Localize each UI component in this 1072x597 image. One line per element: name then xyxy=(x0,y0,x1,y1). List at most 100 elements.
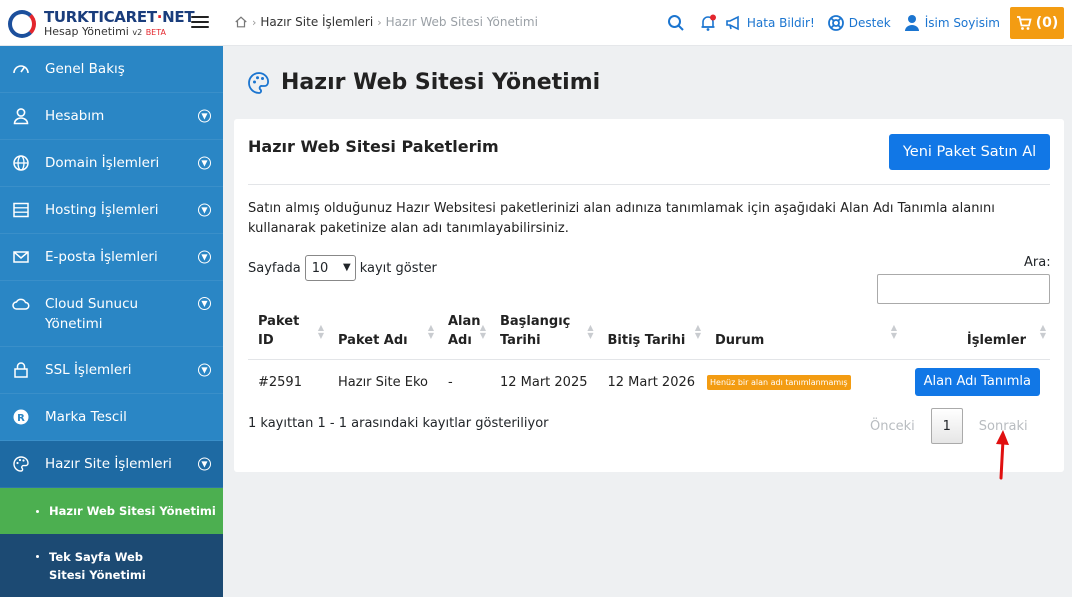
report-bug-link[interactable]: Hata Bildir! xyxy=(725,14,815,32)
sidebar-subitem-label: Tek Sayfa Web Sitesi Yönetimi xyxy=(49,550,146,582)
table-row: #2591 Hazır Site Eko - 12 Mart 2025 12 M… xyxy=(248,360,1050,405)
search-label: Ara: xyxy=(1024,255,1051,270)
sort-icon: ▲ ▼ xyxy=(1039,323,1046,340)
palette-icon xyxy=(13,456,29,472)
report-bug-label: Hata Bildir! xyxy=(746,16,815,30)
sidebar-item-ready-site[interactable]: Hazır Site İşlemleri ▼ xyxy=(0,441,223,488)
chevron-down-icon[interactable]: ▼ xyxy=(198,156,211,170)
chevron-down-icon[interactable]: ▼ xyxy=(198,457,211,471)
packages-table: Paket ID ▲ ▼ Paket Adı ▲ ▼ Alan Adı ▲ ▼ Başlan… xyxy=(248,312,1050,404)
user-icon xyxy=(13,108,29,125)
chevron-right-icon: › xyxy=(252,15,257,29)
user-menu[interactable]: İsim Soyisim xyxy=(903,14,1000,32)
column-header-name[interactable]: Paket Adı ▲ ▼ xyxy=(328,312,438,360)
cell-start-date: 12 Mart 2025 xyxy=(499,374,588,390)
assign-domain-button[interactable]: Alan Adı Tanımla xyxy=(914,368,1040,396)
divider xyxy=(248,184,1050,185)
cell-package-id: #2591 xyxy=(258,374,302,390)
cell-actions: Alan Adı Tanımla xyxy=(901,360,1050,405)
sidebar-item-label: Genel Bakış xyxy=(45,61,125,77)
sidebar-item-label: Hosting İşlemleri xyxy=(45,202,159,218)
bell-icon[interactable] xyxy=(699,14,717,32)
cell-domain: - xyxy=(447,374,453,390)
bullet-icon xyxy=(36,509,39,513)
sidebar-item-cloud[interactable]: Cloud Sunucu Yönetimi ▼ xyxy=(0,281,223,347)
page-title-text: Hazır Web Sitesi Yönetimi xyxy=(281,70,601,95)
cell-package-name: Hazır Site Eko xyxy=(338,374,428,390)
sort-icon: ▲ ▼ xyxy=(587,323,594,340)
packages-card: Hazır Web Sitesi Paketlerim Yeni Paket S… xyxy=(234,119,1064,472)
column-header-actions[interactable]: İşlemler ▲ ▼ xyxy=(901,312,1050,360)
cart-icon xyxy=(1016,16,1032,30)
support-link[interactable]: Destek xyxy=(827,14,891,32)
sidebar-item-ssl[interactable]: SSL İşlemleri ▼ xyxy=(0,347,223,394)
sidebar-item-label: Domain İşlemleri xyxy=(45,155,160,171)
cell-end-date: 12 Mart 2026 xyxy=(607,374,696,390)
breadcrumb-item-hazir-site[interactable]: Hazır Site İşlemleri xyxy=(260,15,373,29)
sidebar-item-overview[interactable]: Genel Bakış xyxy=(0,46,223,93)
sidebar-item-hosting[interactable]: Hosting İşlemleri ▼ xyxy=(0,187,223,234)
envelope-icon xyxy=(13,251,29,263)
pagination-page-1[interactable]: 1 xyxy=(930,408,963,444)
chevron-down-icon[interactable]: ▼ xyxy=(198,363,211,377)
chevron-right-icon: › xyxy=(377,15,382,29)
table-info: 1 kayıttan 1 - 1 arasındaki kayıtlar gös… xyxy=(248,416,549,431)
status-badge: Henüz bir alan adı tanımlanmamış xyxy=(707,375,851,390)
red-arrow-annotation-icon xyxy=(996,430,1009,480)
card-title: Hazır Web Sitesi Paketlerim xyxy=(248,137,499,156)
sort-icon: ▲ ▼ xyxy=(427,323,434,340)
sidebar-item-label: SSL İşlemleri xyxy=(45,362,132,378)
sort-icon: ▲ ▼ xyxy=(890,323,898,340)
sidebar-item-domain[interactable]: Domain İşlemleri ▼ xyxy=(0,140,223,187)
table-header-row: Paket ID ▲ ▼ Paket Adı ▲ ▼ Alan Adı ▲ ▼ Başlan… xyxy=(248,312,1050,360)
sidebar-subitem-single-page[interactable]: Tek Sayfa Web Sitesi Yönetimi xyxy=(0,534,223,597)
globe-icon xyxy=(13,155,29,171)
home-icon[interactable] xyxy=(234,15,248,29)
page-length-select[interactable]: 10 ▼ xyxy=(304,255,356,281)
page-length-value: 10 xyxy=(311,260,329,276)
description-text: Satın almış olduğunuz Hazır Websitesi pa… xyxy=(248,201,995,236)
user-icon xyxy=(904,15,919,31)
sidebar-item-account[interactable]: Hesabım ▼ xyxy=(0,93,223,140)
chevron-down-icon[interactable]: ▼ xyxy=(198,297,211,310)
column-header-domain[interactable]: Alan Adı ▲ ▼ xyxy=(437,312,490,360)
cart-count: (0) xyxy=(1035,15,1059,31)
column-header-id[interactable]: Paket ID ▲ ▼ xyxy=(248,312,328,360)
cart-button[interactable]: (0) xyxy=(1010,7,1064,39)
brand-subtitle: Hesap Yönetimi v2 BETA xyxy=(44,25,166,38)
sidebar: Genel Bakış Hesabım ▼ Domain İşlemleri ▼… xyxy=(0,46,223,597)
menu-toggle-icon[interactable] xyxy=(191,13,209,31)
chevron-down-icon[interactable]: ▼ xyxy=(198,109,211,123)
column-header-start[interactable]: Başlangıç Tarihi ▲ ▼ xyxy=(489,312,598,360)
palette-icon xyxy=(248,71,269,94)
page-length-control: Sayfada 10 ▼ kayıt göster xyxy=(248,255,437,281)
breadcrumb: › Hazır Site İşlemleri › Hazır Web Sites… xyxy=(234,15,538,29)
server-icon xyxy=(13,202,29,218)
user-name: İsim Soyisim xyxy=(924,16,1000,30)
pagination-previous[interactable]: Önceki xyxy=(870,419,915,434)
search-input[interactable] xyxy=(877,274,1050,304)
search-icon[interactable] xyxy=(667,14,685,32)
registered-icon: R xyxy=(13,409,29,425)
brand-logo[interactable]: TURKTICARET·NET Hesap Yönetimi v2 BETA xyxy=(8,8,195,40)
sidebar-item-label: Cloud Sunucu Yönetimi xyxy=(45,296,139,332)
sort-icon: ▲ ▼ xyxy=(317,323,324,340)
column-header-status[interactable]: Durum ▲ ▼ xyxy=(705,312,902,360)
chevron-down-icon[interactable]: ▼ xyxy=(198,203,211,217)
chevron-down-icon: ▼ xyxy=(342,262,351,273)
sidebar-subitem-ready-website[interactable]: Hazır Web Sitesi Yönetimi xyxy=(0,488,223,534)
column-header-end[interactable]: Bitiş Tarihi ▲ ▼ xyxy=(597,312,706,360)
chevron-down-icon[interactable]: ▼ xyxy=(198,250,211,264)
brand-name: TURKTICARET·NET xyxy=(44,8,195,26)
sidebar-item-label: Hazır Site İşlemleri xyxy=(45,456,172,472)
sidebar-subitem-label: Hazır Web Sitesi Yönetimi xyxy=(49,504,216,518)
cell-status: Henüz bir alan adı tanımlanmamış xyxy=(705,360,901,405)
buy-package-button[interactable]: Yeni Paket Satın Al xyxy=(889,134,1050,170)
length-prefix: Sayfada xyxy=(248,260,301,276)
cloud-icon xyxy=(12,298,30,310)
sidebar-item-label: Hesabım xyxy=(45,108,105,124)
sidebar-item-email[interactable]: E-posta İşlemleri ▼ xyxy=(0,234,223,281)
top-bar: TURKTICARET·NET Hesap Yönetimi v2 BETA ›… xyxy=(0,0,1072,46)
sidebar-item-label: E-posta İşlemleri xyxy=(45,249,158,265)
sidebar-item-trademark[interactable]: R Marka Tescil xyxy=(0,394,223,441)
